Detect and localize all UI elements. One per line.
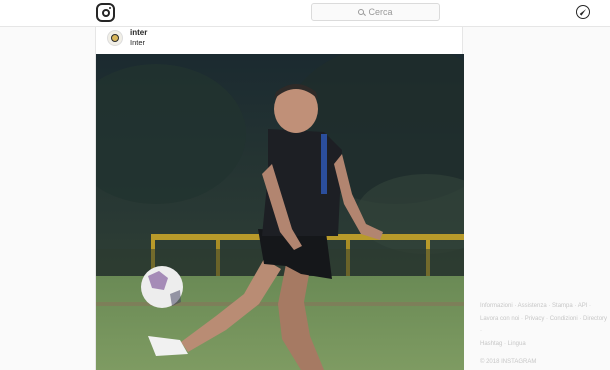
copyright: © 2018 INSTAGRAM [480,359,537,365]
compass-icon[interactable] [576,5,590,19]
footer-link-row-3[interactable]: Hashtag · Lingua [480,338,610,351]
avatar[interactable] [107,30,123,46]
footer-links: Informazioni · Assistenza · Stampa · API… [480,300,610,350]
instagram-logo-icon[interactable] [96,3,115,22]
search-placeholder: Cerca [368,7,393,17]
page-footer: Informazioni · Assistenza · Stampa · API… [480,300,610,369]
post-location[interactable]: Inter [130,38,145,47]
search-icon [358,8,365,15]
post-card: inter Inter [95,27,464,370]
inter-crest-icon [111,34,119,42]
footer-link-row-2[interactable]: Lavora con noi · Privacy · Condizioni · … [480,313,610,338]
post-header: inter Inter [96,27,464,54]
top-nav-bar: Cerca [0,0,610,27]
post-username[interactable]: inter [130,28,147,37]
logo-dot [109,6,111,9]
footer-link-row-1[interactable]: Informazioni · Assistenza · Stampa · API… [480,300,610,313]
logo-lens [101,8,110,17]
post-photo[interactable] [96,54,464,370]
search-input[interactable]: Cerca [311,3,440,21]
